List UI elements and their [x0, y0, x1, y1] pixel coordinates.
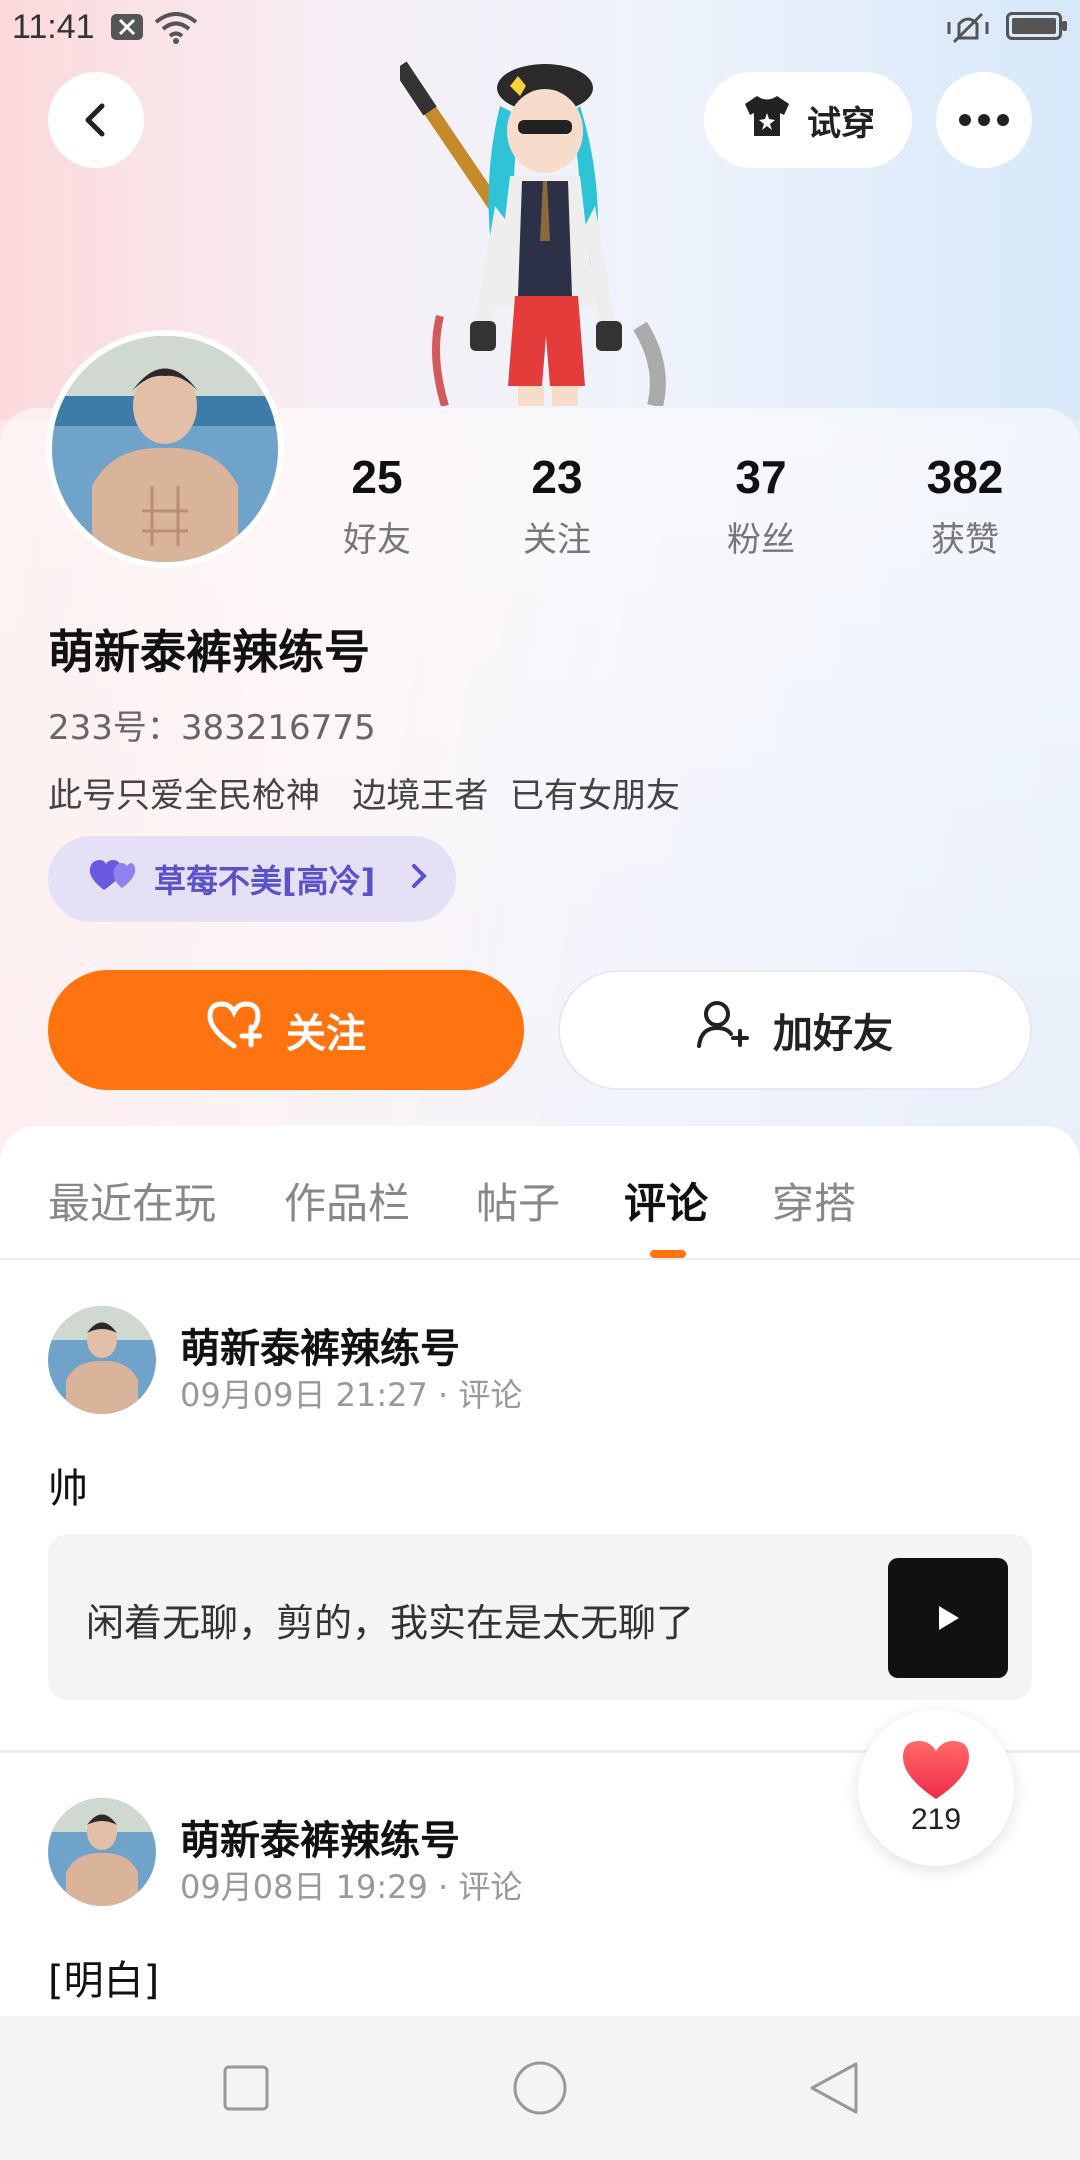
- profile-bio: 此号只爱全民枪神 边境王者 已有女朋友: [48, 776, 681, 816]
- more-button[interactable]: [936, 72, 1032, 168]
- stat-fans-value: 37: [735, 451, 787, 503]
- add-person-icon: [697, 1000, 749, 1060]
- chevron-right-icon: [409, 860, 429, 898]
- system-nav-bar: [0, 2016, 1080, 2160]
- play-icon: [939, 1606, 959, 1630]
- avatar-3d-character[interactable]: [393, 56, 700, 408]
- add-friend-label: 加好友: [773, 1011, 893, 1057]
- stat-fans-label: 粉丝: [727, 520, 795, 560]
- comment-author[interactable]: 萌新泰裤辣练号: [180, 1316, 460, 1374]
- tab-outfits[interactable]: 穿搭: [772, 1170, 856, 1231]
- stat-likes-label: 获赞: [931, 520, 999, 560]
- stat-friends-label: 好友: [343, 520, 411, 560]
- comment-avatar[interactable]: [48, 1306, 156, 1414]
- profile-page: 11:41 试穿 25 好友 23 关注 37 粉丝 382 获赞 萌新泰裤辣练…: [0, 0, 1080, 2160]
- stat-following-value: 23: [531, 451, 583, 503]
- stat-likes[interactable]: 382 获赞: [890, 450, 1040, 561]
- comment-meta: 09月09日 21:27 · 评论: [180, 1376, 523, 1414]
- stat-friends[interactable]: 25 好友: [302, 450, 452, 561]
- comment-text: [明白]: [48, 1958, 160, 2004]
- double-heart-icon: [88, 858, 136, 900]
- more-dots-icon: [959, 114, 1009, 126]
- like-button[interactable]: 219: [858, 1710, 1014, 1866]
- follow-button[interactable]: 关注: [48, 970, 524, 1090]
- comment-author[interactable]: 萌新泰裤辣练号: [180, 1808, 460, 1866]
- heart-icon: [903, 1741, 969, 1799]
- couple-tag-label: 草莓不美[高冷]: [154, 862, 376, 900]
- profile-uid[interactable]: 233号：383216775: [48, 700, 376, 749]
- tab-bar: 最近在玩 作品栏 帖子 评论 穿搭: [0, 1126, 1080, 1260]
- quoted-post-text: 闲着无聊，剪的，我实在是太无聊了: [86, 1601, 695, 1645]
- try-on-button[interactable]: 试穿: [704, 72, 912, 168]
- try-on-label: 试穿: [807, 103, 875, 144]
- quoted-post[interactable]: 闲着无聊，剪的，我实在是太无聊了: [48, 1534, 1032, 1700]
- notification-close-icon: [110, 12, 144, 46]
- like-count: 219: [910, 1803, 962, 1836]
- vibrate-icon: [946, 12, 990, 48]
- tab-comments[interactable]: 评论: [624, 1170, 708, 1231]
- square-icon: [223, 2065, 269, 2111]
- status-bar: 11:41: [0, 0, 1080, 56]
- profile-avatar[interactable]: [46, 330, 284, 568]
- add-friend-button[interactable]: 加好友: [558, 970, 1032, 1090]
- tab-posts[interactable]: 帖子: [476, 1170, 560, 1231]
- heart-plus-icon: [206, 1000, 263, 1060]
- tab-recently-played[interactable]: 最近在玩: [48, 1170, 216, 1231]
- battery-icon: [1006, 12, 1067, 40]
- content-panel: 最近在玩 作品栏 帖子 评论 穿搭 萌新泰裤辣练号 09月09日 21:27 ·…: [0, 1126, 1080, 2160]
- comment-avatar[interactable]: [48, 1798, 156, 1906]
- follow-label: 关注: [286, 1011, 366, 1057]
- comment-meta: 09月08日 19:29 · 评论: [180, 1868, 523, 1906]
- recent-apps-button[interactable]: [216, 2058, 276, 2118]
- tab-works[interactable]: 作品栏: [284, 1170, 410, 1231]
- wifi-icon: [154, 12, 198, 48]
- video-thumbnail[interactable]: [888, 1558, 1008, 1678]
- comment-text: 帅: [48, 1466, 88, 1512]
- circle-icon: [513, 2061, 567, 2115]
- profile-nickname: 萌新泰裤辣练号: [48, 625, 370, 679]
- back-nav-button[interactable]: [804, 2058, 864, 2118]
- chevron-left-icon: [85, 103, 105, 137]
- stat-friends-value: 25: [351, 451, 403, 503]
- stat-following[interactable]: 23 关注: [482, 450, 632, 561]
- status-time: 11:41: [12, 8, 95, 46]
- couple-tag-button[interactable]: 草莓不美[高冷]: [48, 836, 456, 922]
- stat-following-label: 关注: [523, 520, 591, 560]
- shirt-icon: [741, 93, 793, 148]
- triangle-back-icon: [810, 2062, 858, 2114]
- active-tab-indicator: [650, 1250, 686, 1258]
- stat-likes-value: 382: [926, 451, 1004, 503]
- back-button[interactable]: [48, 72, 144, 168]
- stat-fans[interactable]: 37 粉丝: [686, 450, 836, 561]
- home-button[interactable]: [510, 2058, 570, 2118]
